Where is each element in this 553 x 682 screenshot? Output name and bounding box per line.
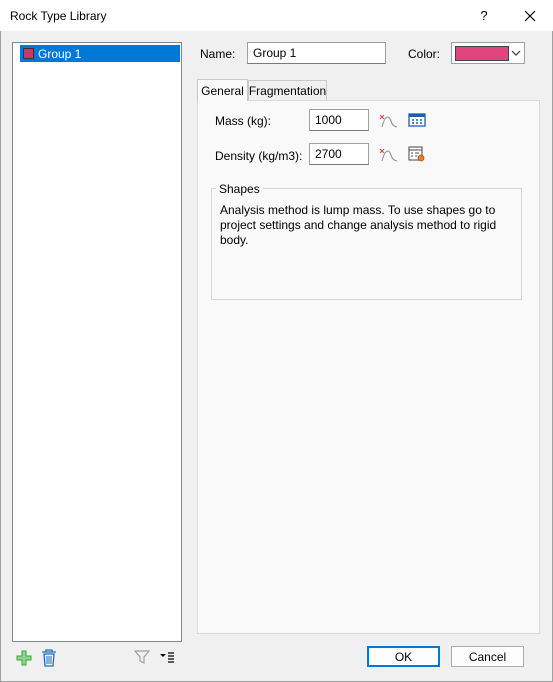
add-button[interactable]	[14, 648, 34, 668]
function-curve-icon	[379, 114, 398, 128]
color-swatch	[455, 46, 509, 61]
sort-menu-button[interactable]	[158, 648, 176, 666]
delete-button[interactable]	[39, 648, 59, 668]
function-curve-icon	[379, 148, 398, 162]
list-item[interactable]: Group 1	[20, 45, 180, 62]
chevron-down-icon	[511, 50, 521, 56]
close-icon	[524, 10, 536, 21]
mass-function-button[interactable]	[377, 110, 399, 130]
filter-button[interactable]	[133, 648, 151, 666]
list-item-label: Group 1	[38, 46, 82, 61]
tab-fragmentation[interactable]: Fragmentation	[248, 80, 327, 100]
density-table-button[interactable]	[406, 144, 428, 164]
window-title: Rock Type Library	[10, 9, 107, 23]
calculator-icon	[408, 113, 426, 127]
general-tab-panel	[197, 100, 540, 634]
density-function-button[interactable]	[377, 144, 399, 164]
density-field[interactable]: 2700	[309, 143, 369, 165]
mass-label: Mass (kg):	[215, 114, 272, 128]
name-label: Name:	[200, 47, 236, 61]
color-label: Color:	[408, 47, 441, 61]
ok-button[interactable]: OK	[367, 646, 440, 667]
cancel-button[interactable]: Cancel	[451, 646, 524, 667]
color-dropdown-button[interactable]	[508, 43, 524, 63]
density-label: Density (kg/m3):	[215, 149, 303, 163]
mass-field[interactable]: 1000	[309, 109, 369, 131]
color-picker[interactable]	[451, 42, 525, 64]
filter-icon	[134, 650, 150, 664]
shapes-group-title: Shapes	[216, 182, 263, 196]
close-button[interactable]	[507, 0, 553, 31]
rock-type-list[interactable]: Group 1	[12, 42, 182, 642]
list-options-icon	[160, 652, 174, 663]
table-lookup-icon	[408, 146, 425, 162]
tab-general[interactable]: General	[197, 79, 248, 101]
help-button[interactable]: ?	[461, 0, 507, 31]
name-field[interactable]: Group 1	[247, 42, 386, 64]
group-color-swatch	[23, 48, 34, 59]
shapes-info-text: Analysis method is lump mass. To use sha…	[220, 203, 497, 247]
mass-calculator-button[interactable]	[406, 110, 428, 130]
add-icon	[16, 650, 32, 666]
trash-icon	[42, 649, 56, 667]
